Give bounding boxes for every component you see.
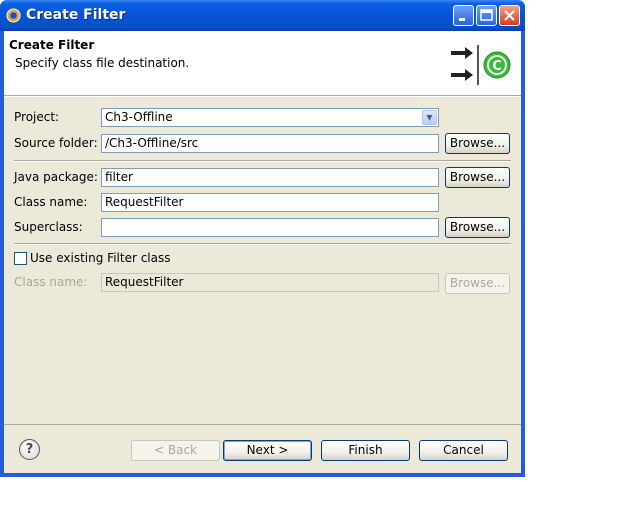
project-value: Ch3-Offline bbox=[105, 110, 173, 124]
existing-class-name-field: RequestFilter bbox=[101, 273, 439, 292]
next-button[interactable]: Next > bbox=[223, 440, 312, 461]
superclass-label: Superclass: bbox=[14, 220, 83, 234]
eclipse-app-icon bbox=[6, 8, 21, 23]
browse-package-button[interactable]: Browse... bbox=[445, 167, 510, 188]
existing-class-name-label: Class name: bbox=[14, 275, 88, 289]
class-name-field[interactable]: RequestFilter bbox=[101, 193, 439, 212]
cancel-button[interactable]: Cancel bbox=[419, 440, 508, 461]
browse-existing-class-button: Browse... bbox=[445, 273, 510, 294]
banner-divider-highlight bbox=[4, 96, 521, 97]
back-button: < Back bbox=[131, 440, 220, 461]
minimize-icon bbox=[459, 18, 465, 21]
banner-title: Create Filter bbox=[9, 38, 95, 52]
separator bbox=[14, 160, 511, 162]
maximize-icon bbox=[480, 9, 493, 21]
svg-text:C: C bbox=[492, 59, 502, 74]
source-folder-label: Source folder: bbox=[14, 136, 98, 150]
dialog-window: Create Filter Create Filter Specify clas… bbox=[0, 0, 525, 477]
minimize-button[interactable] bbox=[453, 5, 474, 26]
source-folder-field[interactable]: /Ch3-Offline/src bbox=[101, 134, 439, 153]
wizard-banner: Create Filter Specify class file destina… bbox=[4, 31, 521, 95]
wizard-banner-icon: C bbox=[451, 45, 511, 85]
banner-subtitle: Specify class file destination. bbox=[15, 56, 190, 70]
project-combo[interactable]: Ch3-Offline ▼ bbox=[101, 108, 439, 127]
maximize-button[interactable] bbox=[476, 5, 497, 26]
chevron-down-icon[interactable]: ▼ bbox=[422, 110, 437, 125]
java-package-label: Java package: bbox=[14, 170, 98, 184]
java-package-field[interactable]: filter bbox=[101, 168, 439, 187]
project-label: Project: bbox=[14, 110, 60, 124]
browse-source-folder-button[interactable]: Browse... bbox=[445, 133, 510, 154]
superclass-field[interactable] bbox=[101, 218, 439, 237]
use-existing-label[interactable]: Use existing Filter class bbox=[30, 251, 171, 265]
dialog-body: Create Filter Specify class file destina… bbox=[4, 31, 521, 473]
window-title: Create Filter bbox=[26, 7, 126, 23]
close-icon bbox=[504, 10, 515, 21]
footer-divider bbox=[4, 424, 521, 425]
title-bar[interactable]: Create Filter bbox=[0, 0, 525, 31]
browse-superclass-button[interactable]: Browse... bbox=[445, 217, 510, 238]
separator bbox=[14, 243, 511, 245]
finish-button[interactable]: Finish bbox=[321, 440, 410, 461]
close-button[interactable] bbox=[499, 5, 520, 26]
class-name-label: Class name: bbox=[14, 195, 88, 209]
use-existing-checkbox[interactable] bbox=[14, 252, 27, 265]
help-icon[interactable]: ? bbox=[19, 439, 40, 460]
